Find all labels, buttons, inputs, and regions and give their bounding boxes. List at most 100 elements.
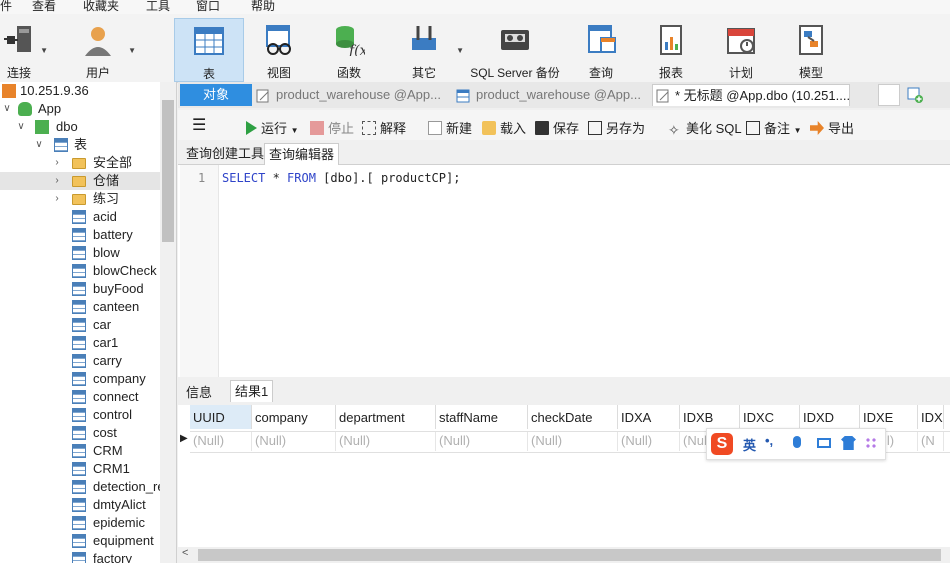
function-button[interactable]: f(x) 函数	[318, 18, 380, 82]
tree-table-item[interactable]: car	[0, 316, 160, 334]
grid-cell[interactable]: (N	[918, 431, 944, 451]
chevron-down-icon[interactable]: ∨	[2, 100, 12, 118]
chevron-down-icon[interactable]: ∨	[16, 118, 26, 136]
tab-objects[interactable]: 对象	[180, 84, 252, 106]
grid-column-header[interactable]: IDXB	[680, 405, 740, 429]
new-button[interactable]: 新建	[428, 118, 472, 137]
other-button[interactable]: 其它 ▼	[394, 18, 464, 82]
tree-table-item[interactable]: car1	[0, 334, 160, 352]
tree-tables-group[interactable]: ∨ 表	[0, 136, 160, 154]
grid-cell[interactable]: (Null)	[528, 431, 618, 451]
ime-toolbar[interactable]: S 英 •,	[706, 428, 886, 460]
save-as-button[interactable]: 另存为	[588, 118, 645, 137]
menu-view[interactable]: 查看	[32, 0, 56, 14]
tree-table-item[interactable]: acid	[0, 208, 160, 226]
tree-table-item[interactable]: epidemic	[0, 514, 160, 532]
tab-blank[interactable]	[878, 84, 900, 106]
report-button[interactable]: 报表	[642, 18, 700, 82]
tree-table-item[interactable]: canteen	[0, 298, 160, 316]
chevron-down-icon[interactable]: ▼	[456, 46, 464, 55]
tree-schema[interactable]: ∨ dbo	[0, 118, 160, 136]
chevron-right-icon[interactable]: ›	[52, 172, 62, 190]
menu-file[interactable]: 件	[0, 0, 12, 14]
ime-language[interactable]: 英	[743, 435, 756, 454]
tree-table-item[interactable]: dmtyAlict	[0, 496, 160, 514]
save-button[interactable]: 保存	[535, 118, 579, 137]
sogou-logo-icon[interactable]: S	[711, 433, 733, 455]
query-button[interactable]: 查询	[572, 18, 630, 82]
tab-product-warehouse-2[interactable]: product_warehouse @App...	[454, 84, 650, 106]
skin-shirt-icon[interactable]	[841, 436, 856, 450]
menu-help[interactable]: 帮助	[251, 0, 275, 14]
chevron-down-icon[interactable]: ▼	[128, 46, 136, 55]
load-button[interactable]: 载入	[482, 118, 526, 137]
grid-column-header[interactable]: UUID	[190, 405, 252, 429]
tree-folder[interactable]: › 安全部	[0, 154, 160, 172]
tree-table-item[interactable]: equipment	[0, 532, 160, 550]
ime-punctuation[interactable]: •,	[765, 433, 773, 448]
note-button[interactable]: 备注 ▼	[746, 118, 802, 137]
apps-grid-icon[interactable]	[865, 437, 878, 450]
menu-window[interactable]: 窗口	[196, 0, 220, 14]
sqlserver-backup-button[interactable]: SQL Server 备份	[466, 18, 564, 82]
microphone-icon[interactable]	[793, 436, 801, 448]
grid-column-header[interactable]: IDXC	[740, 405, 800, 429]
grid-cell[interactable]: (Null)	[336, 431, 436, 451]
connect-button[interactable]: 连接 ▼	[0, 18, 48, 82]
tree-table-item[interactable]: CRM1	[0, 460, 160, 478]
chevron-right-icon[interactable]: ›	[52, 190, 62, 208]
chevron-right-icon[interactable]: ›	[52, 154, 62, 172]
grid-column-header[interactable]: IDX	[918, 405, 944, 429]
explain-button[interactable]: 解释	[362, 118, 406, 137]
grid-column-header[interactable]: IDXE	[860, 405, 918, 429]
menu-favorites[interactable]: 收藏夹	[83, 0, 119, 14]
grid-cell[interactable]: (Null)	[618, 431, 680, 451]
tab-query-editor[interactable]: 查询编辑器	[264, 143, 340, 165]
tree-connection[interactable]: 10.251.9.36	[0, 82, 160, 100]
tab-untitled-query[interactable]: * 无标题 @App.dbo (10.251....	[652, 84, 850, 106]
chevron-down-icon[interactable]: ▼	[794, 126, 802, 135]
tree-table-item[interactable]: control	[0, 406, 160, 424]
run-button[interactable]: 运行 ▼	[246, 118, 299, 137]
tree-table-item[interactable]: blow	[0, 244, 160, 262]
tree-table-item[interactable]: company	[0, 370, 160, 388]
stop-button[interactable]: 停止	[310, 118, 354, 137]
tree-table-item[interactable]: cost	[0, 424, 160, 442]
tree-table-item[interactable]: battery	[0, 226, 160, 244]
user-button[interactable]: 用户 ▼	[70, 18, 136, 82]
tree-database[interactable]: ∨ App	[0, 100, 160, 118]
sql-editor[interactable]	[178, 165, 950, 377]
sidebar-scrollbar-thumb[interactable]	[162, 100, 174, 242]
grid-column-header[interactable]: company	[252, 405, 336, 429]
hamburger-menu-icon[interactable]: ☰	[192, 115, 206, 135]
view-button[interactable]: 视图	[248, 18, 310, 82]
export-button[interactable]: 导出	[810, 118, 854, 137]
tab-product-warehouse-1[interactable]: product_warehouse @App...	[256, 84, 450, 106]
grid-cell[interactable]: (Null)	[190, 431, 252, 451]
tree-table-item[interactable]: CRM	[0, 442, 160, 460]
tree-table-item[interactable]: blowCheck	[0, 262, 160, 280]
grid-column-header[interactable]: staffName	[436, 405, 528, 429]
schedule-button[interactable]: 计划	[712, 18, 770, 82]
tree-table-item[interactable]: detection_re	[0, 478, 165, 496]
grid-cell[interactable]: (Null)	[436, 431, 528, 451]
chevron-down-icon[interactable]: ▼	[291, 126, 299, 135]
grid-scrollbar-thumb[interactable]	[198, 549, 941, 561]
beautify-sql-button[interactable]: ✧ 美化 SQL	[668, 118, 742, 137]
tree-folder[interactable]: › 仓储	[0, 172, 160, 190]
grid-column-header[interactable]: department	[336, 405, 436, 429]
tree-table-item[interactable]: buyFood	[0, 280, 160, 298]
grid-column-header[interactable]: checkDate	[528, 405, 618, 429]
tab-query-builder[interactable]: 查询创建工具	[182, 143, 268, 164]
chevron-down-icon[interactable]: ▼	[40, 46, 48, 55]
menu-tools[interactable]: 工具	[146, 0, 170, 14]
tree-folder[interactable]: › 练习	[0, 190, 160, 208]
new-tab-icon[interactable]	[906, 86, 924, 104]
grid-column-header[interactable]: IDXD	[800, 405, 860, 429]
tree-table-item[interactable]: carry	[0, 352, 160, 370]
keyboard-icon[interactable]	[817, 438, 831, 448]
grid-cell[interactable]: (Null)	[252, 431, 336, 451]
sql-line-1[interactable]: SELECT * FROM [dbo].[ productCP];	[222, 171, 460, 185]
scroll-left-icon[interactable]: <	[182, 547, 188, 559]
model-button[interactable]: 模型	[782, 18, 840, 82]
